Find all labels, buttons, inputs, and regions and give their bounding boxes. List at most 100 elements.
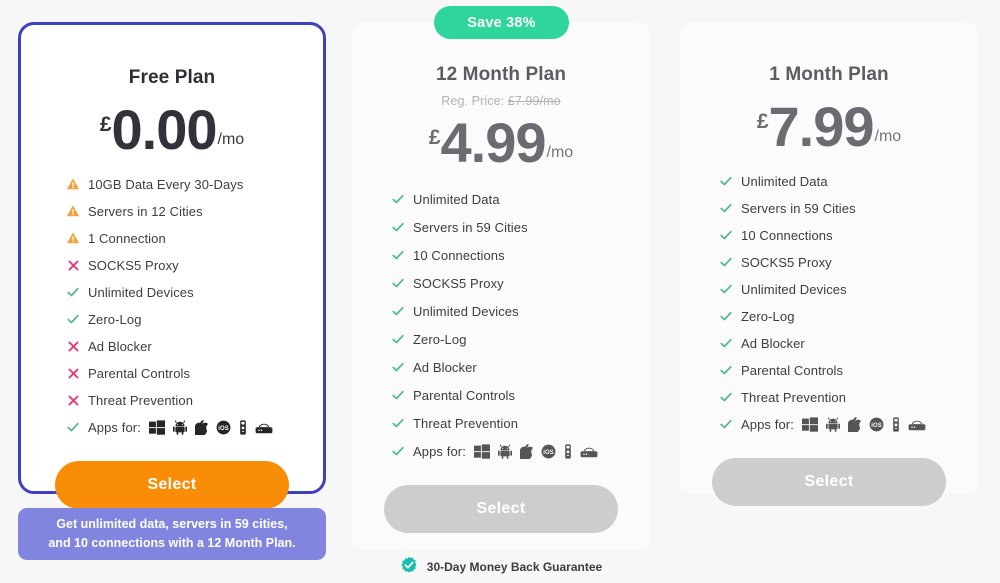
router-icon [255,420,273,434]
plan-price: £ 7.99 /mo [680,95,978,158]
list-item: Unlimited Devices [718,281,978,297]
list-item: 10GB Data Every 30-Days [65,176,323,192]
router-icon [580,444,598,458]
check-icon [718,173,734,189]
check-icon [65,284,81,300]
check-icon [390,415,406,431]
list-item: Unlimited Data [718,173,978,189]
list-item: SOCKS5 Proxy [65,257,323,273]
check-icon [390,219,406,235]
check-icon [718,308,734,324]
apps-row: Apps for: iOS [718,416,978,432]
list-item: Unlimited Data [390,191,650,207]
plan-title: 1 Month Plan [769,64,889,85]
list-item: Servers in 59 Cities [390,219,650,235]
currency-symbol: £ [428,126,441,149]
feature-label: SOCKS5 Proxy [88,257,179,273]
plan-card-free[interactable]: Free Plan £ 0.00 /mo 10GB Data Every 30-… [18,22,326,510]
android-icon [497,444,512,459]
list-item: Unlimited Devices [390,303,650,319]
warning-icon [65,203,81,219]
firestick-icon [239,420,247,435]
feature-list: 10GB Data Every 30-Days Servers in 12 Ci… [65,176,323,435]
list-item: Zero-Log [390,331,650,347]
callout-line-2: and 10 connections with a 12 Month Plan. [48,536,296,550]
check-icon [390,247,406,263]
price-period: /mo [874,128,902,146]
price-amount: 0.00 [111,98,218,161]
check-icon [390,191,406,207]
list-item: SOCKS5 Proxy [718,254,978,270]
list-item: Parental Controls [65,365,323,381]
list-item: Unlimited Devices [65,284,323,300]
regular-price: Reg. Price: £7.99/mo [352,94,650,108]
feature-label: Zero-Log [413,331,467,347]
list-item: Servers in 12 Cities [65,203,323,219]
feature-label: Zero-Log [88,311,142,327]
callout-line-1: Get unlimited data, servers in 59 cities… [56,517,288,532]
check-icon [390,303,406,319]
feature-label: 10 Connections [413,247,505,263]
list-item: SOCKS5 Proxy [390,275,650,291]
select-button-label: Select [147,476,197,494]
warning-icon [65,176,81,192]
list-item: Ad Blocker [390,359,650,375]
feature-label: Servers in 59 Cities [741,200,856,216]
feature-label: Unlimited Data [741,173,828,189]
list-item: Zero-Log [65,311,323,327]
check-icon [718,362,734,378]
list-item: 10 Connections [390,247,650,263]
feature-label: Ad Blocker [88,338,152,354]
list-item: 1 Connection [65,230,323,246]
list-item: Parental Controls [718,362,978,378]
list-item: 10 Connections [718,227,978,243]
feature-label: Ad Blocker [741,335,805,351]
check-icon [718,389,734,405]
select-button-label: Select [804,473,854,491]
apps-label: Apps for: [413,443,466,459]
apps-row: Apps for: iOS [65,419,323,435]
feature-label: Parental Controls [88,365,191,381]
check-icon [390,275,406,291]
plan-card-1-month[interactable]: 1 Month Plan £ 7.99 /mo Unlimited Data S… [680,22,978,507]
feature-label: Servers in 59 Cities [413,219,528,235]
windows-icon [473,444,490,459]
cross-icon [65,365,81,381]
check-icon [390,387,406,403]
list-item: Zero-Log [718,308,978,324]
apple-icon [847,416,861,432]
select-button-1-month[interactable]: Select [712,458,946,507]
check-icon [718,335,734,351]
svg-text:iOS: iOS [543,450,554,456]
plan-price: £ 0.00 /mo [21,98,323,161]
price-amount: 4.99 [440,111,547,174]
price-period: /mo [217,131,245,149]
plan-card-12-month[interactable]: 12 Month Plan Reg. Price: £7.99/mo £ 4.9… [352,22,650,574]
select-button-label: Select [476,500,526,518]
verified-badge-icon [400,556,418,577]
apps-row: Apps for: iOS [390,443,650,459]
feature-label: SOCKS5 Proxy [413,275,504,291]
save-badge-label: Save 38% [467,14,536,31]
select-button-12-month[interactable]: Select [384,485,618,534]
price-amount: 7.99 [768,95,875,158]
plan-title: Free Plan [128,67,216,88]
feature-label: Servers in 12 Cities [88,203,203,219]
check-icon [65,419,81,435]
check-icon [718,281,734,297]
feature-label: Unlimited Data [413,191,500,207]
firestick-icon [892,417,900,432]
currency-symbol: £ [99,113,112,136]
svg-text:iOS: iOS [871,423,882,429]
windows-icon [801,417,818,432]
select-button-free[interactable]: Select [55,461,289,510]
cross-icon [65,338,81,354]
feature-label: Threat Prevention [88,392,194,408]
cross-icon [65,392,81,408]
check-icon [390,443,406,459]
feature-label: 10GB Data Every 30-Days [88,176,244,192]
check-icon [390,331,406,347]
save-badge: Save 38% [434,6,569,39]
apple-icon [194,419,208,435]
list-item: Parental Controls [390,387,650,403]
